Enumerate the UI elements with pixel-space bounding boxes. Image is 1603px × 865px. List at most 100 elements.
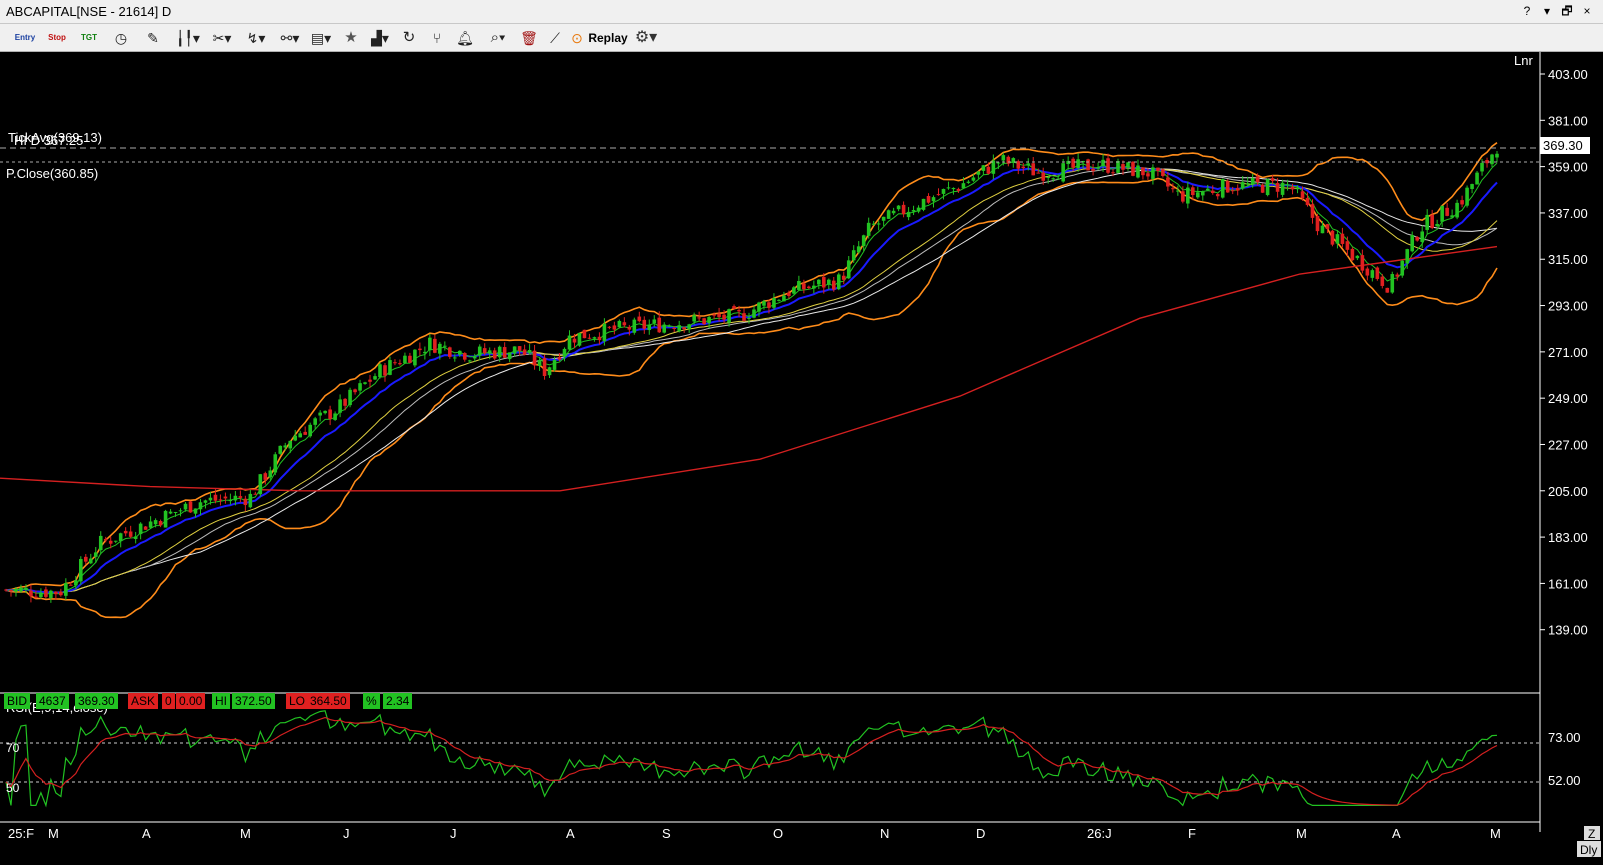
replay-button[interactable]: Replay <box>588 28 628 48</box>
stop-button[interactable]: Stop <box>44 28 70 48</box>
candle-body <box>253 493 258 495</box>
book-icon[interactable]: ▤▾ <box>308 28 334 48</box>
close-button[interactable]: × <box>1579 3 1595 19</box>
replay-icon[interactable]: ⊙ <box>568 28 586 48</box>
candle-body <box>1440 205 1444 222</box>
window-title: ABCAPITAL[NSE - 21614] D <box>6 4 172 19</box>
candle-body <box>727 309 731 323</box>
candle-body <box>138 523 143 535</box>
candle-body <box>398 363 402 365</box>
candle-body <box>881 216 886 221</box>
period-button[interactable]: Dly <box>1580 843 1597 857</box>
candle-body <box>871 223 876 225</box>
candle-body <box>1240 182 1245 189</box>
candle-body <box>981 165 986 171</box>
candle-body <box>178 510 183 512</box>
candle-body <box>1380 276 1385 286</box>
candle-body <box>467 360 472 362</box>
pen-icon[interactable]: ✎ <box>142 28 164 48</box>
candle-body <box>637 316 642 322</box>
candle-body <box>911 210 916 212</box>
candle-body <box>388 360 392 375</box>
candle-body <box>647 324 652 331</box>
candle-body <box>428 337 432 351</box>
candle-body <box>732 306 736 309</box>
time-axis-label: A <box>142 826 151 841</box>
help-button[interactable]: ? <box>1519 3 1535 19</box>
candle-body <box>812 285 816 289</box>
restore-button[interactable]: 🗗 <box>1559 3 1575 19</box>
candle-body <box>752 309 756 318</box>
candle-body <box>263 473 268 480</box>
candle-body <box>617 320 622 328</box>
candle-body <box>103 538 108 541</box>
candle-body <box>971 177 976 181</box>
chart-toolbar: Entry Stop TGT ◷ ✎ ╽╿▾ ✂▾ ↯▾ ⚯▾ ▤▾ ★ ▟▾ … <box>0 24 1603 52</box>
candle-body <box>502 347 507 358</box>
scale-mode-label[interactable]: Lnr <box>1514 53 1533 68</box>
candle-body <box>577 332 582 346</box>
candle-body <box>1495 153 1499 158</box>
alert-icon[interactable]: 🔔︎ <box>454 28 476 48</box>
time-axis-label: O <box>773 826 783 841</box>
candle-body <box>986 166 991 174</box>
candle-body <box>1031 163 1036 176</box>
refresh-icon[interactable]: ↻ <box>398 28 420 48</box>
time-axis-label: F <box>1188 826 1196 841</box>
candle-body <box>747 317 751 319</box>
entry-button[interactable]: Entry <box>12 28 38 48</box>
tgt-button[interactable]: TGT <box>76 28 102 48</box>
dropdown-button[interactable]: ▾ <box>1539 3 1555 19</box>
candle-body <box>118 533 123 542</box>
compare-icon[interactable]: ⟋ <box>544 28 566 48</box>
candle-body <box>393 362 397 364</box>
candle-body <box>1200 191 1205 196</box>
draw-icon[interactable]: ↯▾ <box>242 28 270 48</box>
candle-body <box>1315 215 1320 232</box>
candle-body <box>308 424 312 437</box>
candle-body <box>792 287 796 294</box>
candle-body <box>1051 178 1055 180</box>
candle-body <box>1340 233 1345 244</box>
pct-value: 2.34 <box>383 693 413 709</box>
z-button[interactable]: Z <box>1588 827 1595 841</box>
clock-icon[interactable]: ◷ <box>110 28 132 48</box>
candle-body <box>921 198 926 210</box>
scissors-icon[interactable]: ✂▾ <box>208 28 236 48</box>
candle-body <box>1300 191 1305 199</box>
indicator-icon[interactable]: ▟▾ <box>366 28 394 48</box>
star-icon[interactable]: ★ <box>340 28 362 48</box>
candle-body <box>1026 163 1031 166</box>
candle-body <box>1131 161 1135 176</box>
settings-icon[interactable]: ⚙▾ <box>632 28 660 48</box>
candle-body <box>861 235 866 247</box>
candle-body <box>1410 235 1415 252</box>
delete-icon[interactable]: 🗑︎ <box>518 28 540 48</box>
candle-body <box>846 260 851 279</box>
chart-area[interactable]: Lnr TickAvg(369.13) HI D 367.25 P.Close(… <box>0 52 1603 860</box>
candle-body <box>88 558 93 564</box>
bid-price: 369.30 <box>75 693 118 709</box>
candle-body <box>268 470 273 478</box>
candle-body <box>996 162 1001 164</box>
candle-body <box>702 318 706 325</box>
pct-label: % <box>363 693 380 709</box>
candle-body <box>886 210 891 219</box>
candle-body <box>1450 215 1454 218</box>
candle-body <box>1141 167 1145 176</box>
price-chart[interactable]: Lnr TickAvg(369.13) HI D 367.25 P.Close(… <box>0 52 1603 860</box>
candle-type-icon[interactable]: ╽╿▾ <box>174 28 202 48</box>
candle-body <box>1415 236 1420 241</box>
link-icon[interactable]: ⚯▾ <box>276 28 304 48</box>
candle-body <box>657 317 662 333</box>
candle-body <box>612 325 617 330</box>
candle-body <box>1235 188 1240 191</box>
candle-body <box>1385 287 1390 293</box>
last-price-label: 369.30 <box>1543 138 1583 153</box>
candle-body <box>652 319 657 324</box>
candle-body <box>497 346 502 358</box>
time-axis-label: 26:J <box>1087 826 1112 841</box>
zoom-icon[interactable]: ⌕▾ <box>484 28 512 48</box>
candle-body <box>34 596 38 598</box>
fork-icon[interactable]: ⑂ <box>426 28 448 48</box>
